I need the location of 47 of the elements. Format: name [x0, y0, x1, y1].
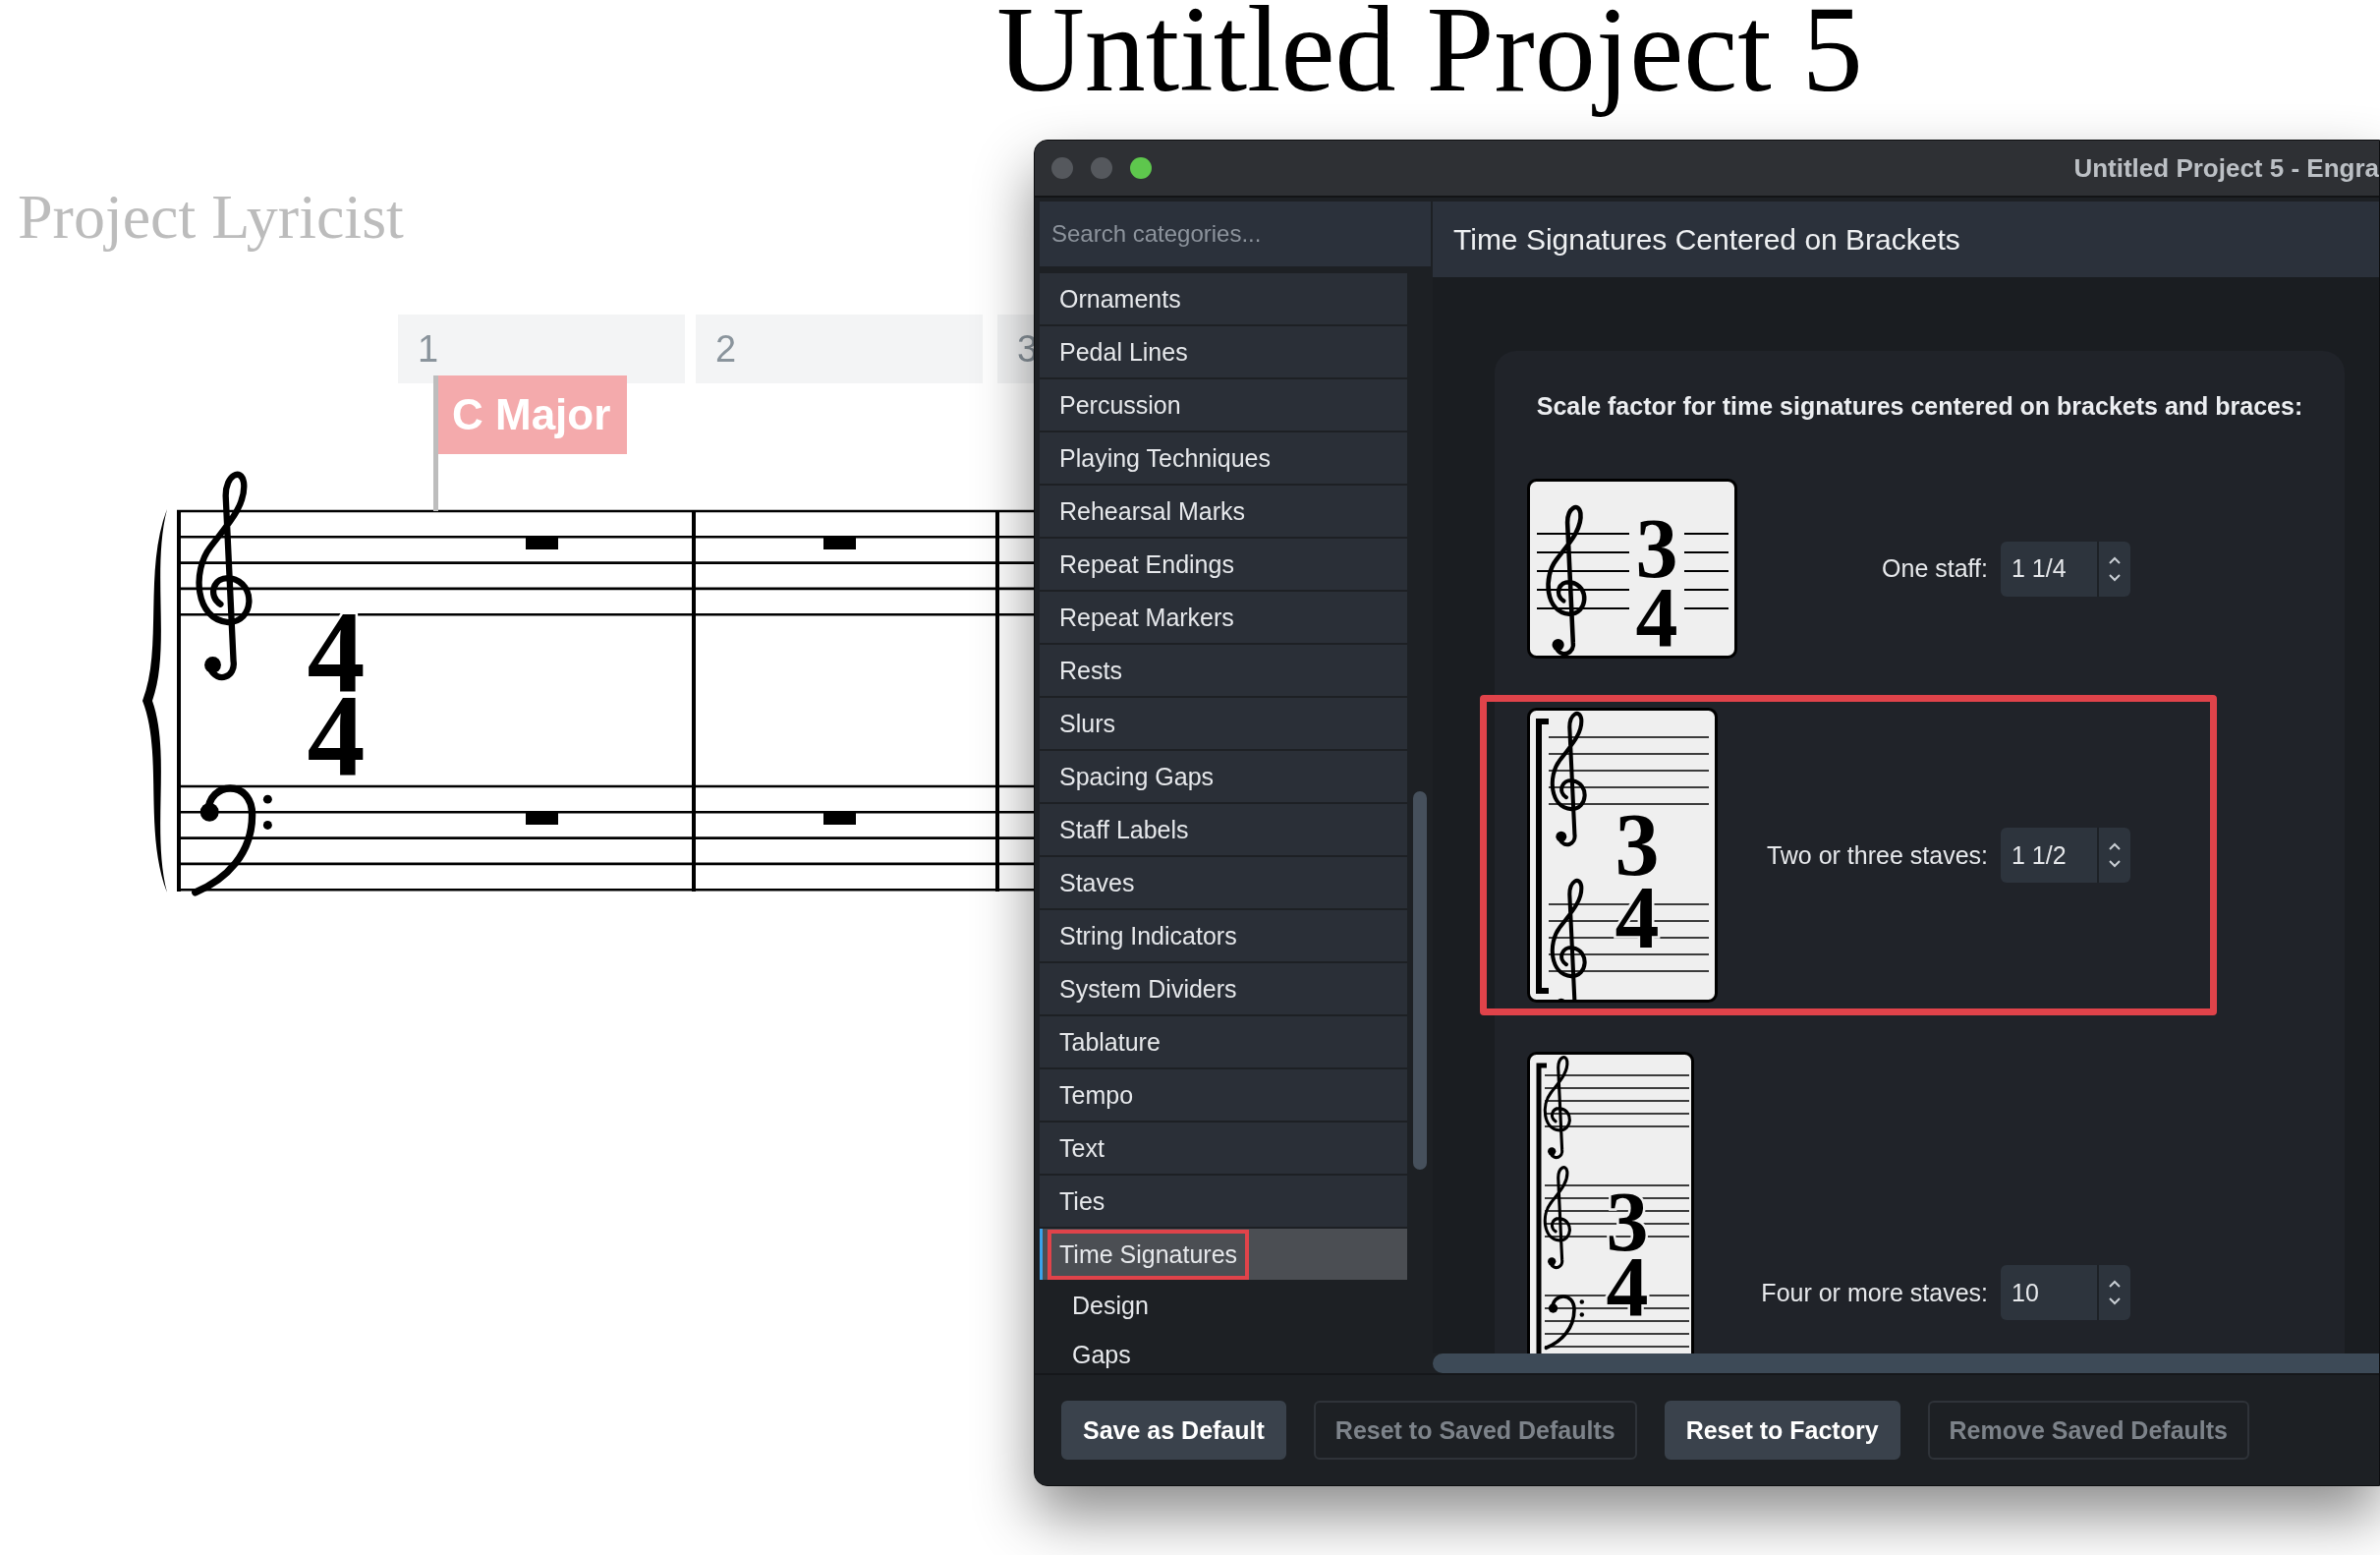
stepper-icon[interactable] [2108, 840, 2122, 870]
page-title: Time Signatures Centered on Brackets [1453, 222, 1960, 257]
category-item[interactable]: Ornaments [1040, 273, 1407, 324]
category-item[interactable]: Ties [1040, 1176, 1407, 1227]
subcategory-item[interactable]: Gaps [1040, 1331, 1407, 1373]
category-item[interactable]: Repeat Endings [1040, 539, 1407, 590]
whole-rest [823, 813, 856, 825]
category-item[interactable]: Rests [1040, 645, 1407, 696]
scrollbar-thumb[interactable] [1413, 791, 1427, 1170]
category-item[interactable]: System Dividers [1040, 963, 1407, 1014]
category-item[interactable]: Pedal Lines [1040, 326, 1407, 377]
category-item[interactable]: Text [1040, 1123, 1407, 1174]
category-item[interactable]: Time Signatures [1040, 1229, 1407, 1280]
search-field[interactable]: Search categories... [1040, 202, 1431, 266]
whole-rest [823, 538, 856, 549]
lyricist-text: Project Lyricist [18, 181, 404, 254]
zoom-button[interactable] [1130, 157, 1152, 179]
category-item[interactable]: Slurs [1040, 698, 1407, 749]
option-label: One staff: [1882, 554, 1988, 583]
document-title: Untitled Project 5 [995, 0, 1864, 115]
scrollbar[interactable] [1433, 1353, 2379, 1373]
action-button[interactable]: Reset to Factory [1664, 1401, 1900, 1460]
category-item[interactable]: Repeat Markers [1040, 592, 1407, 643]
category-item[interactable]: Tempo [1040, 1069, 1407, 1121]
category-item[interactable]: Percussion [1040, 379, 1407, 431]
action-button[interactable]: Save as Default [1061, 1401, 1286, 1460]
measure-number: 2 [696, 315, 983, 383]
number-field[interactable]: 1 1/4 [2001, 541, 2130, 597]
bass-clef [1544, 1295, 1584, 1351]
subcategory-item[interactable]: Design [1040, 1282, 1407, 1329]
category-item[interactable]: Playing Techniques [1040, 432, 1407, 484]
window-title: Untitled Project 5 - Engra [2073, 152, 2379, 184]
measure-number: 1 [398, 315, 685, 383]
whole-rest [526, 813, 558, 825]
category-item[interactable]: Spacing Gaps [1040, 751, 1407, 802]
number-field[interactable]: 1 1/2 [2001, 828, 2130, 883]
number-field[interactable]: 10 [2001, 1265, 2130, 1320]
category-item[interactable]: Staves [1040, 857, 1407, 908]
option-label: Four or more staves: [1761, 1278, 1988, 1307]
option-label: Two or three staves: [1766, 840, 1988, 870]
whole-rest [526, 538, 558, 549]
stepper-icon[interactable] [2108, 1278, 2122, 1307]
category-item[interactable]: Rehearsal Marks [1040, 486, 1407, 537]
section-heading: Scale factor for time signatures centered on brackets and braces: [1535, 391, 2304, 422]
category-item[interactable]: Staff Labels [1040, 804, 1407, 855]
category-item[interactable]: String Indicators [1040, 910, 1407, 961]
category-item[interactable]: Tablature [1040, 1016, 1407, 1067]
